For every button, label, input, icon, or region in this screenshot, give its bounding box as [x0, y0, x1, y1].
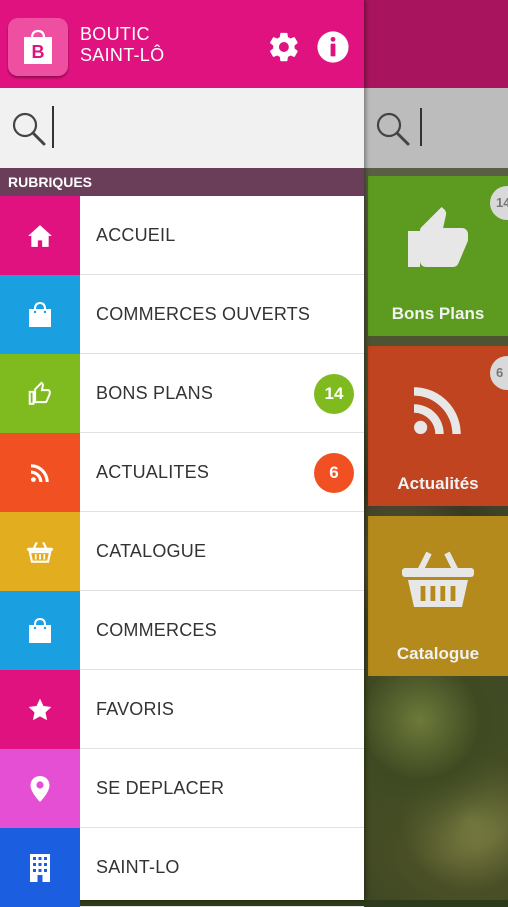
shopping-bag-icon — [0, 591, 80, 670]
search-bar — [0, 88, 364, 168]
tile-label: Catalogue — [396, 644, 480, 663]
app-logo: B — [8, 18, 68, 76]
background-search-bar — [364, 88, 508, 168]
info-icon — [317, 31, 349, 63]
svg-text:B: B — [32, 42, 45, 62]
background-header — [364, 0, 508, 88]
tile-label: Actualités — [397, 474, 479, 493]
menu-item-catalogue[interactable]: CATALOGUE — [0, 512, 364, 591]
section-header: RUBRIQUES — [0, 168, 364, 196]
menu-item-label: COMMERCES OUVERTS — [80, 275, 364, 354]
menu-list: ACCUEIL COMMERCES OUVERTS BONS PLANS 14 … — [0, 196, 364, 907]
building-icon — [0, 828, 80, 907]
search-icon — [12, 112, 46, 146]
menu-item-saint-lo[interactable]: SAINT-LO — [0, 828, 364, 907]
menu-item-favoris[interactable]: FAVORIS — [0, 670, 364, 749]
menu-item-accueil[interactable]: ACCUEIL — [0, 196, 364, 275]
shopping-bag-icon — [0, 275, 80, 354]
drawer-header: B BOUTIC SAINT-LÔ — [0, 0, 364, 88]
rss-icon — [0, 433, 80, 512]
navigation-drawer: B BOUTIC SAINT-LÔ RUBRIQUES ACCUEIL COMM… — [0, 0, 364, 907]
app-title-line2: SAINT-LÔ — [80, 45, 165, 65]
menu-item-label: ACCUEIL — [80, 196, 364, 275]
map-pin-icon — [0, 749, 80, 828]
app-title: BOUTIC SAINT-LÔ — [80, 24, 164, 66]
basket-icon — [368, 544, 508, 621]
menu-item-actualites[interactable]: ACTUALITES 6 — [0, 433, 364, 512]
thumbs-up-icon — [368, 204, 508, 281]
search-icon — [376, 112, 410, 146]
tile-label: Bons Plans — [391, 304, 485, 323]
tile-bons-plans[interactable]: 14 Bons Plans — [368, 176, 508, 336]
menu-item-label: FAVORIS — [80, 670, 364, 749]
menu-item-bons-plans[interactable]: BONS PLANS 14 — [0, 354, 364, 433]
count-badge: 6 — [314, 453, 354, 493]
star-icon — [0, 670, 80, 749]
menu-item-se-deplacer[interactable]: SE DEPLACER — [0, 749, 364, 828]
rss-icon — [368, 374, 508, 451]
tile-catalogue[interactable]: Catalogue — [368, 516, 508, 676]
menu-item-label: SE DEPLACER — [80, 749, 364, 828]
home-icon — [0, 196, 80, 275]
gear-icon — [270, 32, 298, 62]
count-badge: 14 — [314, 374, 354, 414]
menu-item-commerces-ouverts[interactable]: COMMERCES OUVERTS — [0, 275, 364, 354]
app-title-line1: BOUTIC — [80, 24, 150, 44]
menu-item-label: CATALOGUE — [80, 512, 364, 591]
menu-item-label: COMMERCES — [80, 591, 364, 670]
search-input[interactable] — [52, 106, 360, 148]
info-button[interactable] — [316, 30, 350, 64]
settings-button[interactable] — [267, 30, 301, 64]
shopping-bag-icon: B — [24, 29, 52, 64]
menu-item-commerces[interactable]: COMMERCES — [0, 591, 364, 670]
tile-actualites[interactable]: 6 Actualités — [368, 346, 508, 506]
thumbs-up-icon — [0, 354, 80, 433]
basket-icon — [0, 512, 80, 591]
menu-item-label: SAINT-LO — [80, 828, 364, 907]
